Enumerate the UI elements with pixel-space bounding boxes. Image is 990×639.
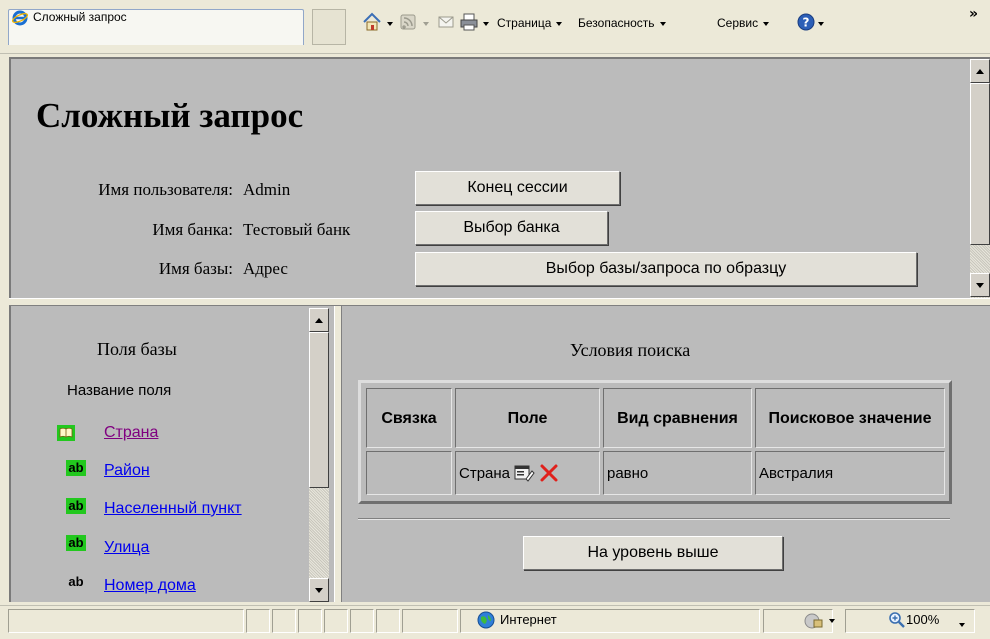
header-scroll-thumb[interactable] — [970, 83, 990, 245]
field-link-district[interactable]: Район — [104, 462, 150, 480]
print-icon[interactable] — [459, 12, 479, 32]
fields-scroll-thumb[interactable] — [309, 332, 329, 488]
book-icon — [57, 425, 75, 441]
row-field-value: Страна — [459, 464, 511, 482]
status-pane — [402, 609, 458, 633]
new-tab-button[interactable] — [312, 9, 346, 45]
row-link-cell — [366, 451, 452, 495]
fields-scroll-down-button[interactable] — [309, 578, 329, 602]
select-database-button[interactable]: Выбор базы/запроса по образцу — [415, 252, 917, 286]
status-pane — [8, 609, 244, 633]
menu-page[interactable]: Страница — [497, 16, 563, 30]
bank-name-value: Тестовый банк — [243, 220, 351, 239]
level-up-button[interactable]: На уровень выше — [523, 536, 783, 570]
conditions-table: Связка Поле Вид сравнения Поисковое знач… — [358, 380, 952, 504]
menu-security[interactable]: Безопасность — [578, 16, 666, 30]
divider — [358, 518, 950, 520]
ab-text-icon: ab — [68, 574, 84, 589]
mail-icon[interactable] — [436, 12, 456, 32]
ab-text-icon: ab — [66, 498, 86, 514]
user-name-label: Имя пользователя: — [98, 180, 233, 199]
row-compare-cell: равно — [603, 451, 752, 495]
user-name-value: Admin — [243, 180, 291, 199]
feeds-icon[interactable] — [398, 12, 418, 32]
conditions-title: Условия поиска — [570, 340, 691, 360]
feeds-dropdown[interactable] — [418, 16, 429, 30]
bank-name-label: Имя банка: — [152, 220, 233, 239]
status-pane — [246, 609, 270, 633]
home-icon[interactable] — [362, 12, 382, 32]
ab-text-icon: ab — [66, 460, 86, 476]
print-dropdown[interactable] — [478, 16, 489, 30]
row-field-cell: Страна — [455, 451, 600, 495]
delete-icon[interactable] — [539, 463, 559, 483]
header-scroll-down-button[interactable] — [970, 273, 990, 297]
select-bank-button[interactable]: Выбор банка — [415, 211, 608, 245]
end-session-button[interactable]: Конец сессии — [415, 171, 620, 205]
menu-service[interactable]: Сервис — [717, 16, 770, 30]
zoom-icon — [888, 611, 906, 629]
field-link-house-number[interactable]: Номер дома — [104, 577, 196, 595]
status-pane — [350, 609, 374, 633]
field-link-settlement[interactable]: Населенный пункт — [104, 500, 242, 518]
svg-text:?: ? — [803, 16, 810, 30]
field-link-country[interactable]: Страна — [104, 424, 158, 442]
status-pane — [324, 609, 348, 633]
database-name-value: Адрес — [243, 259, 288, 278]
ie-logo-icon — [11, 10, 29, 26]
protected-mode-icon[interactable] — [803, 611, 843, 631]
fields-column-header: Название поля — [67, 382, 172, 399]
column-header-link: Связка — [366, 388, 452, 448]
ab-text-icon: ab — [66, 535, 86, 551]
toolbar-overflow-chevron[interactable]: » — [969, 6, 978, 22]
page-title: Сложный запрос — [36, 96, 304, 135]
column-header-compare: Вид сравнения — [603, 388, 752, 448]
edit-properties-icon[interactable] — [513, 463, 535, 483]
status-pane — [298, 609, 322, 633]
status-pane — [272, 609, 296, 633]
status-pane — [376, 609, 400, 633]
frame-vertical-divider[interactable] — [334, 306, 342, 602]
zoom-dropdown[interactable] — [959, 614, 965, 633]
frame-horizontal-divider[interactable] — [9, 298, 990, 306]
database-name-label: Имя базы: — [158, 259, 233, 278]
fields-scroll-up-button[interactable] — [309, 308, 329, 332]
help-dropdown[interactable] — [813, 16, 824, 30]
column-header-field: Поле — [455, 388, 600, 448]
fields-panel-title: Поля базы — [97, 339, 177, 359]
tab-title: Сложный запрос — [33, 10, 127, 24]
field-link-street[interactable]: Улица — [104, 539, 149, 557]
header-scroll-up-button[interactable] — [970, 59, 990, 83]
zoom-level: 100% — [906, 612, 940, 627]
internet-globe-icon — [477, 611, 495, 629]
row-value-cell: Австралия — [755, 451, 945, 495]
security-zone-text: Интернет — [500, 612, 557, 627]
home-dropdown[interactable] — [382, 16, 393, 30]
column-header-value: Поисковое значение — [755, 388, 945, 448]
